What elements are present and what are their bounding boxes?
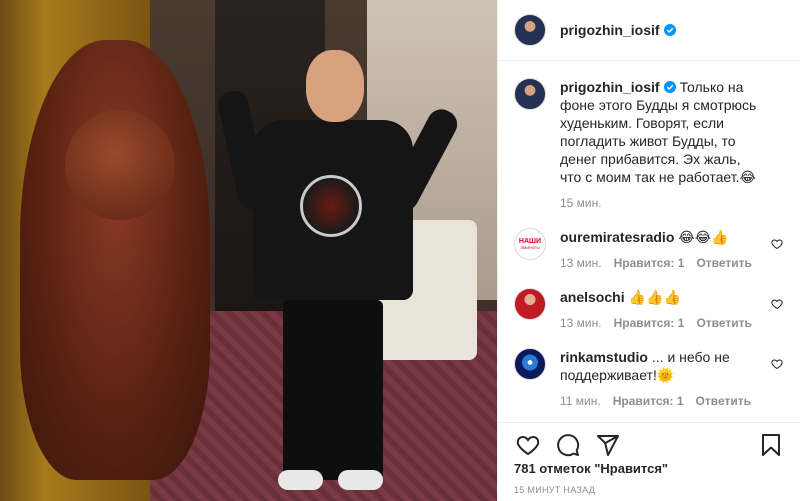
caption-username[interactable]: prigozhin_iosif — [560, 79, 660, 95]
caption-text-block: prigozhin_iosif Только на фоне этого Будд… — [560, 78, 761, 186]
comment-time[interactable]: 13 мин. — [560, 256, 602, 270]
comment-meta: 13 мин. Нравится: 1 Ответить — [560, 316, 761, 330]
photo-person-shirt-emblem — [300, 175, 362, 237]
comment-likes[interactable]: Нравится: 1 — [614, 316, 685, 330]
comment-text-block: ouremiratesradio 😂😂👍 — [560, 228, 761, 246]
commenter-avatar[interactable]: НАШИ ЭМИРАТЫ — [514, 228, 546, 260]
author-avatar[interactable] — [514, 14, 546, 46]
comment-likes[interactable]: Нравится: 1 — [614, 256, 685, 270]
verified-badge-icon — [663, 81, 676, 93]
caption-author-avatar[interactable] — [514, 78, 546, 110]
verified-badge-icon — [663, 24, 676, 36]
post-time-ago[interactable]: 15 МИНУТ НАЗАД — [514, 485, 595, 495]
comment-button[interactable] — [548, 425, 588, 465]
post-actions-bar — [498, 422, 800, 466]
comment-text: 👍👍👍 — [628, 289, 681, 305]
comment-username[interactable]: anelsochi — [560, 289, 625, 305]
photo-person-shoe-left — [278, 470, 323, 490]
photo-person — [215, 50, 463, 490]
comment-reply-button[interactable]: Ответить — [696, 394, 751, 408]
caption-meta: 15 мин. — [560, 196, 761, 210]
comment-time[interactable]: 13 мин. — [560, 316, 602, 330]
likes-count[interactable]: 781 отметок "Нравится" — [514, 461, 668, 476]
comment-item: anelsochi 👍👍👍 13 мин. Нравится: 1 Ответит… — [514, 288, 785, 330]
comment-text: 😂😂👍 — [678, 229, 729, 245]
commenter-avatar[interactable] — [514, 348, 546, 380]
comment-like-heart-icon[interactable] — [771, 298, 783, 310]
comment-meta: 13 мин. Нравится: 1 Ответить — [560, 256, 761, 270]
comment-username[interactable]: ouremiratesradio — [560, 229, 674, 245]
photo-person-shoe-right — [338, 470, 383, 490]
author-username[interactable]: prigozhin_iosif — [560, 22, 660, 38]
comment-item: НАШИ ЭМИРАТЫ ouremiratesradio 😂😂👍 13 мин.… — [514, 228, 785, 270]
photo-buddha-statue — [20, 40, 210, 480]
comment-meta: 11 мин. Нравится: 1 Ответить — [560, 394, 761, 408]
caption-time[interactable]: 15 мин. — [560, 196, 602, 210]
share-icon — [597, 434, 619, 456]
commenter-avatar[interactable] — [514, 288, 546, 320]
post-header: prigozhin_iosif — [498, 0, 800, 61]
comment-reply-button[interactable]: Ответить — [696, 316, 751, 330]
comment-like-heart-icon[interactable] — [771, 358, 783, 370]
comments-list[interactable]: prigozhin_iosif Только на фоне этого Будд… — [498, 62, 800, 422]
heart-icon — [516, 435, 540, 455]
post-caption: prigozhin_iosif Только на фоне этого Будд… — [514, 78, 785, 210]
avatar-logo-text: НАШИ — [518, 238, 542, 245]
comment-reply-button[interactable]: Ответить — [696, 256, 751, 270]
comment-icon — [557, 433, 580, 456]
post-sidebar: prigozhin_iosif prigozhin_iosif Только на… — [497, 0, 800, 501]
save-button[interactable] — [751, 425, 791, 465]
comment-like-heart-icon[interactable] — [771, 238, 783, 250]
post-photo[interactable] — [0, 0, 497, 501]
photo-person-pants — [283, 300, 383, 480]
share-button[interactable] — [588, 425, 628, 465]
photo-buddha-head — [65, 110, 175, 220]
photo-person-head — [306, 50, 364, 122]
instagram-post: prigozhin_iosif prigozhin_iosif Только на… — [0, 0, 800, 501]
bookmark-icon — [762, 433, 780, 456]
comment-likes[interactable]: Нравится: 1 — [613, 394, 684, 408]
comment-time[interactable]: 11 мин. — [560, 394, 601, 408]
comment-text-block: anelsochi 👍👍👍 — [560, 288, 761, 306]
avatar-logo-subtext: ЭМИРАТЫ — [520, 245, 540, 250]
like-button[interactable] — [508, 425, 548, 465]
comment-item: rinkamstudio... и небо не поддерживает!🌞… — [514, 348, 785, 408]
comment-username[interactable]: rinkamstudio — [560, 349, 648, 365]
comment-text-block: rinkamstudio... и небо не поддерживает!🌞 — [560, 348, 761, 384]
